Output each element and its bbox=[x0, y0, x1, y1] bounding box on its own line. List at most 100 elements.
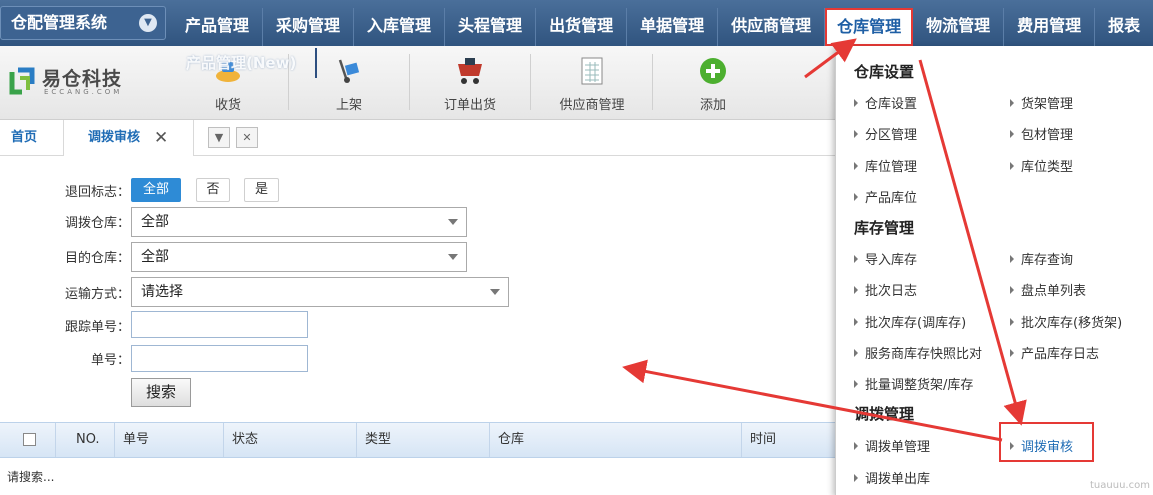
receive-label: 收货 bbox=[214, 98, 241, 113]
plus-circle-icon bbox=[700, 58, 726, 84]
putaway-button[interactable]: 上架 bbox=[294, 52, 404, 114]
watermark: tuauuu.com bbox=[1090, 480, 1150, 491]
overlay-divider bbox=[315, 48, 317, 78]
main-menu: 产品管理 采购管理 入库管理 头程管理 出货管理 单据管理 供应商管理 仓库管理… bbox=[172, 8, 1153, 46]
select-all-cell bbox=[0, 423, 56, 457]
menu-link-provider-snapshot-compare[interactable]: 服务商库存快照比对 bbox=[854, 343, 982, 362]
menu-link-stocktake-list[interactable]: 盘点单列表 bbox=[1010, 280, 1086, 299]
dropdown-arrow-icon bbox=[448, 254, 458, 260]
menu-documents[interactable]: 单据管理 bbox=[627, 8, 719, 46]
spreadsheet-icon bbox=[581, 57, 603, 85]
triangle-right-icon bbox=[1010, 162, 1014, 170]
tab-home[interactable]: 首页 bbox=[0, 120, 64, 156]
col-no[interactable]: NO. bbox=[56, 423, 115, 457]
select-all-checkbox[interactable] bbox=[23, 433, 36, 446]
triangle-right-icon bbox=[854, 99, 858, 107]
triangle-right-icon bbox=[854, 255, 858, 263]
toolbar-divider bbox=[652, 54, 653, 110]
menu-link-batch-inventory-adjust[interactable]: 批次库存(调库存) bbox=[854, 312, 966, 331]
order-shipping-button[interactable]: 订单出货 bbox=[415, 52, 525, 114]
menu-supplier[interactable]: 供应商管理 bbox=[718, 8, 826, 46]
triangle-right-icon bbox=[1010, 318, 1014, 326]
col-type[interactable]: 类型 bbox=[357, 423, 490, 457]
menu-product[interactable]: 产品管理 bbox=[172, 8, 264, 46]
menu-fees[interactable]: 费用管理 bbox=[1004, 8, 1096, 46]
system-name: 仓配管理系统 bbox=[11, 13, 108, 32]
annotation-highlight-box bbox=[999, 422, 1094, 462]
company-logo: 易仓科技 ECCANG.COM bbox=[8, 62, 138, 102]
menu-link-transfer-orders[interactable]: 调拨单管理 bbox=[854, 436, 930, 455]
triangle-right-icon bbox=[854, 286, 858, 294]
triangle-right-icon bbox=[854, 442, 858, 450]
target-warehouse-label: 目的仓库： bbox=[64, 251, 130, 266]
dropdown-arrow-icon bbox=[490, 289, 500, 295]
menu-link-batch-log[interactable]: 批次日志 bbox=[854, 280, 917, 299]
menu-link-transfer-outbound[interactable]: 调拨单出库 bbox=[854, 468, 930, 487]
menu-link-shelf-management[interactable]: 货架管理 bbox=[1010, 93, 1073, 112]
menu-first-leg[interactable]: 头程管理 bbox=[445, 8, 537, 46]
menu-shipping[interactable]: 出货管理 bbox=[536, 8, 628, 46]
tracking-no-input[interactable] bbox=[131, 311, 308, 338]
menu-link-location-management[interactable]: 库位管理 bbox=[854, 156, 917, 175]
triangle-right-icon bbox=[854, 318, 858, 326]
triangle-right-icon bbox=[854, 162, 858, 170]
return-flag-label: 退回标志： bbox=[64, 185, 130, 200]
close-all-tabs-button[interactable]: ✕ bbox=[236, 127, 258, 148]
col-status[interactable]: 状态 bbox=[224, 423, 357, 457]
order-no-input[interactable] bbox=[131, 345, 308, 372]
menu-link-location-type[interactable]: 库位类型 bbox=[1010, 156, 1073, 175]
menu-link-zone-management[interactable]: 分区管理 bbox=[854, 124, 917, 143]
tab-transfer-review-label: 调拨审核 bbox=[88, 130, 141, 145]
transport-label: 运输方式： bbox=[64, 287, 130, 302]
menu-link-import-inventory[interactable]: 导入库存 bbox=[854, 249, 917, 268]
logo-icon bbox=[9, 67, 35, 95]
putaway-label: 上架 bbox=[335, 98, 362, 113]
supplier-button[interactable]: 供应商管理 bbox=[537, 52, 647, 114]
return-flag-yes[interactable]: 是 bbox=[244, 178, 279, 202]
transport-select[interactable]: 请选择 bbox=[131, 277, 509, 307]
tab-transfer-review[interactable]: 调拨审核 ✕ bbox=[64, 120, 194, 156]
target-warehouse-value: 全部 bbox=[141, 249, 169, 265]
col-warehouse[interactable]: 仓库 bbox=[490, 423, 742, 457]
menu-warehouse[interactable]: 仓库管理 bbox=[825, 8, 914, 46]
menu-reports[interactable]: 报表 bbox=[1095, 8, 1153, 46]
menu-inbound[interactable]: 入库管理 bbox=[354, 8, 446, 46]
logo-subtext: ECCANG.COM bbox=[44, 88, 123, 96]
menu-link-product-location[interactable]: 产品库位 bbox=[854, 187, 917, 206]
return-flag-all[interactable]: 全部 bbox=[131, 178, 181, 202]
toolbar-divider bbox=[530, 54, 531, 110]
empty-state-text: 请搜索... bbox=[7, 470, 55, 484]
menu-link-inventory-query[interactable]: 库存查询 bbox=[1010, 249, 1073, 268]
return-flag-no[interactable]: 否 bbox=[196, 178, 230, 202]
section-inventory-management: 库存管理 bbox=[854, 219, 915, 237]
triangle-right-icon bbox=[854, 130, 858, 138]
order-shipping-label: 订单出货 bbox=[443, 98, 496, 113]
col-time[interactable]: 时间 bbox=[742, 423, 835, 457]
triangle-right-icon bbox=[854, 349, 858, 357]
close-icon[interactable]: ✕ bbox=[154, 120, 168, 156]
chevron-down-icon[interactable]: ▼ bbox=[139, 14, 157, 32]
supplier-label: 供应商管理 bbox=[559, 98, 625, 113]
menu-logistics[interactable]: 物流管理 bbox=[913, 8, 1005, 46]
cart-icon bbox=[458, 58, 482, 84]
menu-link-warehouse-settings[interactable]: 仓库设置 bbox=[854, 93, 917, 112]
menu-purchase[interactable]: 采购管理 bbox=[263, 8, 355, 46]
triangle-right-icon bbox=[854, 193, 858, 201]
triangle-right-icon bbox=[1010, 286, 1014, 294]
menu-link-product-inventory-log[interactable]: 产品库存日志 bbox=[1010, 343, 1099, 362]
target-warehouse-select[interactable]: 全部 bbox=[131, 242, 467, 272]
tab-bar: 首页 调拨审核 ✕ ▼ ✕ bbox=[0, 120, 835, 156]
search-button[interactable]: 搜索 bbox=[131, 378, 191, 407]
add-button[interactable]: 添加 bbox=[658, 52, 768, 114]
tab-menu-button[interactable]: ▼ bbox=[208, 127, 230, 148]
from-warehouse-select[interactable]: 全部 bbox=[131, 207, 467, 237]
quick-toolbar: 易仓科技 ECCANG.COM 收货 上架 订单出货 供应商管理 添加 bbox=[0, 46, 835, 120]
from-warehouse-value: 全部 bbox=[141, 214, 169, 230]
menu-link-bulk-adjust-shelf[interactable]: 批量调整货架/库存 bbox=[854, 374, 973, 393]
menu-link-batch-inventory-move[interactable]: 批次库存(移货架) bbox=[1010, 312, 1122, 331]
menu-link-packaging-management[interactable]: 包材管理 bbox=[1010, 124, 1073, 143]
system-switcher[interactable]: 仓配管理系统 ▼ bbox=[0, 6, 166, 40]
col-order-no[interactable]: 单号 bbox=[115, 423, 224, 457]
add-label: 添加 bbox=[699, 98, 726, 113]
warehouse-menu-dropdown: 仓库设置 仓库设置 货架管理 分区管理 包材管理 库位管理 库位类型 产品库位 … bbox=[835, 46, 1153, 495]
